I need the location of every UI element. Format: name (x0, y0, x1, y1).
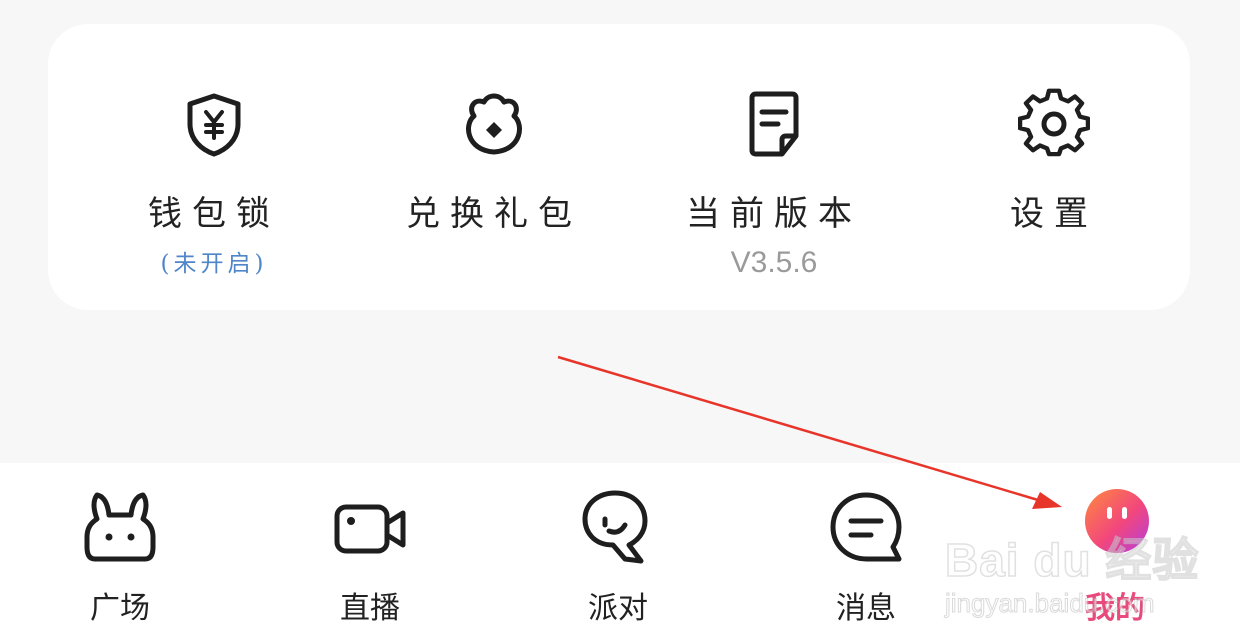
profile-avatar-icon (1085, 489, 1149, 553)
tab-square-label: 广场 (90, 591, 150, 626)
document-icon (749, 91, 799, 157)
current-version-label: 当前版本 (686, 194, 862, 234)
tab-live-label: 直播 (340, 591, 400, 626)
tab-party-label: 派对 (588, 591, 648, 626)
settings-label: 设置 (1010, 194, 1098, 234)
tab-square[interactable]: 广场 (50, 489, 190, 627)
tab-messages[interactable]: 消息 (796, 489, 936, 627)
tab-messages-label: 消息 (836, 591, 896, 626)
version-number: V3.5.6 (730, 246, 818, 279)
wallet-lock-item[interactable]: 钱包锁 (未开启) (104, 88, 324, 278)
settings-card: 钱包锁 (未开启) 兑换礼包 当前版本 V3.5.6 设置 (48, 24, 1190, 310)
settings-item[interactable]: 设置 (944, 88, 1164, 234)
party-icon (582, 490, 648, 564)
gift-bag-icon (466, 93, 522, 155)
wallet-lock-label: 钱包锁 (148, 194, 280, 234)
tab-live[interactable]: 直播 (300, 489, 440, 627)
tab-me[interactable]: 我的 (1045, 489, 1185, 627)
shield-yuan-icon (187, 93, 241, 157)
wallet-lock-status: (未开启) (160, 251, 268, 277)
redeem-gift-label: 兑换礼包 (406, 194, 582, 234)
tab-party[interactable]: 派对 (548, 489, 688, 627)
gear-icon (1018, 88, 1090, 157)
current-version-item[interactable]: 当前版本 V3.5.6 (664, 88, 884, 280)
redeem-gift-item[interactable]: 兑换礼包 (384, 88, 604, 234)
chat-bubble-icon (830, 492, 902, 562)
tab-me-label: 我的 (1085, 591, 1145, 626)
rabbit-icon (84, 492, 156, 562)
video-camera-icon (334, 504, 406, 554)
bottom-tab-bar: 广场 直播 派对 消息 我的 (0, 463, 1240, 638)
